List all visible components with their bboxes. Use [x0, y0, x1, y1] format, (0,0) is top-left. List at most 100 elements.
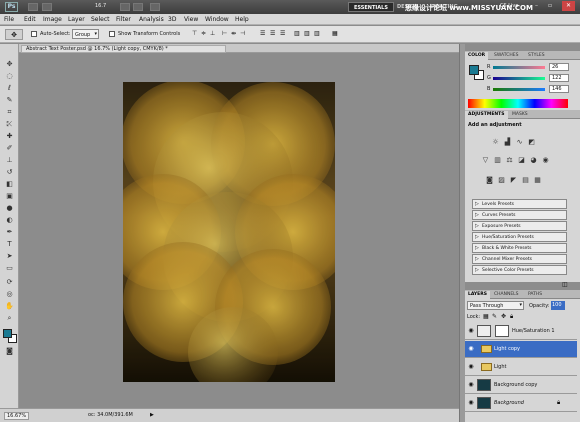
auto-align-icon[interactable]: ▦ [332, 30, 338, 37]
levels-icon[interactable]: ▟ [503, 138, 512, 147]
menu-edit[interactable]: Edit [24, 16, 36, 23]
layer-row[interactable]: ◉ Hue/Saturation 1 [465, 323, 577, 340]
menu-select[interactable]: Select [91, 16, 110, 23]
quick-selection-tool-icon[interactable]: ✎ [4, 96, 15, 105]
distribute-left-icon[interactable]: ▥ [294, 30, 300, 37]
align-top-icon[interactable]: ⊤ [192, 30, 197, 37]
distribute-top-icon[interactable]: ☰ [260, 30, 265, 37]
align-left-icon[interactable]: ⊢ [222, 30, 227, 37]
menu-window[interactable]: Window [205, 16, 229, 23]
invert-icon[interactable]: ◙ [485, 176, 494, 185]
menu-image[interactable]: Image [43, 16, 62, 23]
tab-layers[interactable]: LAYERS [465, 291, 490, 299]
minimize-icon[interactable]: – [535, 2, 538, 9]
distribute-right-icon[interactable]: ▥ [314, 30, 320, 37]
posterize-icon[interactable]: ▨ [497, 176, 506, 185]
tab-paths[interactable]: PATHS [525, 291, 545, 299]
new-layer-small-icon[interactable]: ◫ [562, 281, 568, 288]
blend-mode-dropdown[interactable]: Pass Through ▾ [467, 301, 524, 310]
channel-mixer-icon[interactable]: ◉ [541, 156, 550, 165]
eye-icon[interactable]: ◉ [467, 327, 475, 335]
blur-tool-icon[interactable]: ● [4, 204, 15, 213]
align-bottom-icon[interactable]: ⊥ [210, 30, 215, 37]
threshold-icon[interactable]: ◤ [509, 176, 518, 185]
marquee-tool-icon[interactable]: ◌ [4, 72, 15, 81]
tab-masks[interactable]: MASKS [509, 111, 531, 119]
arrange-documents-icon[interactable] [150, 3, 160, 11]
menu-layer[interactable]: Layer [68, 16, 85, 23]
g-slider[interactable] [493, 77, 545, 80]
lasso-tool-icon[interactable]: ℓ [4, 84, 15, 93]
preset-black-white[interactable]: Black & White Presets [472, 243, 567, 253]
move-tool-preset-icon[interactable]: ✥ [5, 29, 23, 40]
preset-exposure[interactable]: Exposure Presets [472, 221, 567, 231]
exposure-icon[interactable]: ◩ [527, 138, 536, 147]
zoom-level[interactable]: 16.7 [95, 3, 106, 9]
zoom-tool-icon[interactable] [133, 3, 143, 11]
distribute-hcenter-icon[interactable]: ▥ [304, 30, 310, 37]
dodge-tool-icon[interactable]: ◐ [4, 216, 15, 225]
tab-swatches[interactable]: SWATCHES [491, 52, 522, 60]
brush-tool-icon[interactable]: ✐ [4, 144, 15, 153]
vibrance-icon[interactable]: ▽ [481, 156, 490, 165]
opacity-input[interactable]: 100 [551, 301, 565, 310]
auto-select-dropdown[interactable]: Group ▾ [72, 29, 99, 39]
rectangle-tool-icon[interactable]: ▭ [4, 264, 15, 273]
eye-icon[interactable]: ◉ [467, 363, 475, 371]
b-slider[interactable] [493, 88, 545, 91]
preset-curves[interactable]: Curves Presets [472, 210, 567, 220]
eye-icon[interactable]: ◉ [467, 345, 475, 353]
tab-styles[interactable]: STYLES [525, 52, 548, 60]
hue-saturation-icon[interactable]: ▥ [493, 156, 502, 165]
gradient-tool-icon[interactable]: ▣ [4, 192, 15, 201]
menu-help[interactable]: Help [235, 16, 249, 23]
clone-stamp-tool-icon[interactable]: ⊥ [4, 156, 15, 165]
quick-mask-icon[interactable]: ◙ [4, 347, 15, 356]
move-tool-icon[interactable]: ✥ [4, 60, 15, 69]
3d-orbit-tool-icon[interactable]: ◎ [4, 290, 15, 299]
layer-row[interactable]: ◉ Light [465, 359, 577, 376]
tab-color[interactable]: COLOR [465, 52, 489, 60]
photo-filter-icon[interactable]: ◕ [529, 156, 538, 165]
align-vcenter-icon[interactable]: ≑ [201, 30, 206, 37]
align-right-icon[interactable]: ⊣ [240, 30, 245, 37]
gradient-map-icon[interactable]: ▤ [521, 176, 530, 185]
preset-hue-saturation[interactable]: Hue/Saturation Presets [472, 232, 567, 242]
auto-select-checkbox[interactable] [31, 31, 37, 37]
preset-levels[interactable]: Levels Presets [472, 199, 567, 209]
workspace-essentials[interactable]: ESSENTIALS [348, 2, 394, 12]
preset-selective-color[interactable]: Selective Color Presets [472, 265, 567, 275]
r-slider[interactable] [493, 66, 545, 69]
menu-3d[interactable]: 3D [168, 16, 176, 23]
eye-icon[interactable]: ◉ [467, 399, 475, 407]
restore-icon[interactable]: ▫ [548, 2, 552, 9]
b-value[interactable]: 146 [549, 85, 569, 93]
menu-filter[interactable]: Filter [116, 16, 131, 23]
layer-mask-thumbnail[interactable] [495, 325, 509, 337]
menu-file[interactable]: File [4, 16, 14, 23]
curves-icon[interactable]: ∿ [515, 138, 524, 147]
menu-analysis[interactable]: Analysis [139, 16, 164, 23]
show-transform-checkbox[interactable] [109, 31, 115, 37]
g-value[interactable]: 122 [549, 74, 569, 82]
tab-channels[interactable]: CHANNELS [491, 291, 522, 299]
lock-pixels-icon[interactable]: ✎ [492, 313, 497, 320]
hand-tool-icon[interactable] [120, 3, 130, 11]
brightness-icon[interactable]: ☼ [491, 138, 500, 147]
r-value[interactable]: 26 [549, 63, 569, 71]
type-tool-icon[interactable]: T [4, 240, 15, 249]
lock-all-icon[interactable]: 🔒︎ [510, 313, 513, 321]
color-spectrum-ramp[interactable] [468, 99, 568, 108]
close-icon[interactable]: ✕ [562, 1, 575, 11]
eyedropper-tool-icon[interactable]: ⤪ [4, 120, 15, 129]
document-tab[interactable]: Abstract Text Poster.psd @ 16.7% (Light … [21, 45, 226, 53]
layer-row[interactable]: ◉ Light copy [465, 341, 577, 358]
hand-tool-icon[interactable]: ✋ [4, 302, 15, 311]
healing-brush-tool-icon[interactable]: ✚ [4, 132, 15, 141]
selective-color-icon[interactable]: ▦ [533, 176, 542, 185]
eye-icon[interactable]: ◉ [467, 381, 475, 389]
menu-view[interactable]: View [184, 16, 198, 23]
canvas-area[interactable] [19, 54, 459, 406]
3d-rotate-tool-icon[interactable]: ⟳ [4, 278, 15, 287]
status-arrow-icon[interactable]: ▶ [150, 412, 154, 418]
